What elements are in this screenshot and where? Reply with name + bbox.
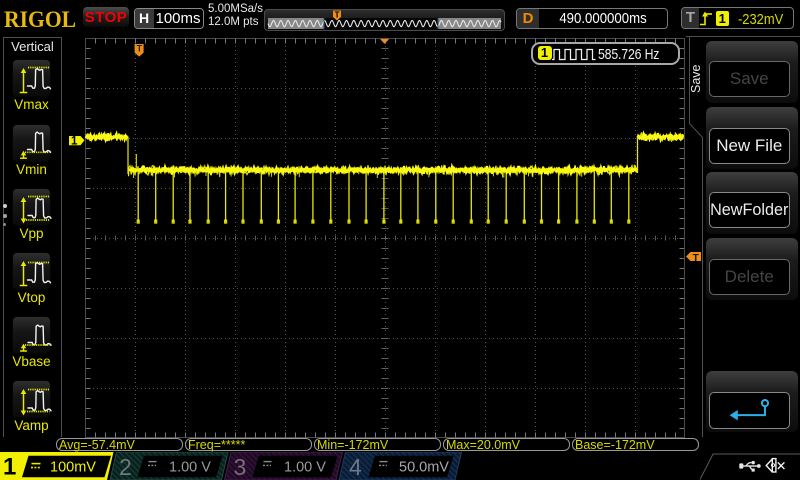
- svg-text:1.00 V: 1.00 V: [169, 460, 211, 476]
- svg-text:2: 2: [119, 454, 132, 480]
- svg-text:50.0mV: 50.0mV: [399, 460, 449, 476]
- svg-text:4: 4: [349, 454, 362, 480]
- svg-text:1: 1: [71, 136, 78, 148]
- svg-text:T: T: [137, 44, 143, 54]
- svg-text:T: T: [693, 252, 700, 264]
- svg-text:1: 1: [3, 454, 16, 480]
- svg-text:100mV: 100mV: [50, 460, 96, 476]
- svg-text:1.00 V: 1.00 V: [284, 460, 326, 476]
- svg-text:3: 3: [234, 454, 247, 480]
